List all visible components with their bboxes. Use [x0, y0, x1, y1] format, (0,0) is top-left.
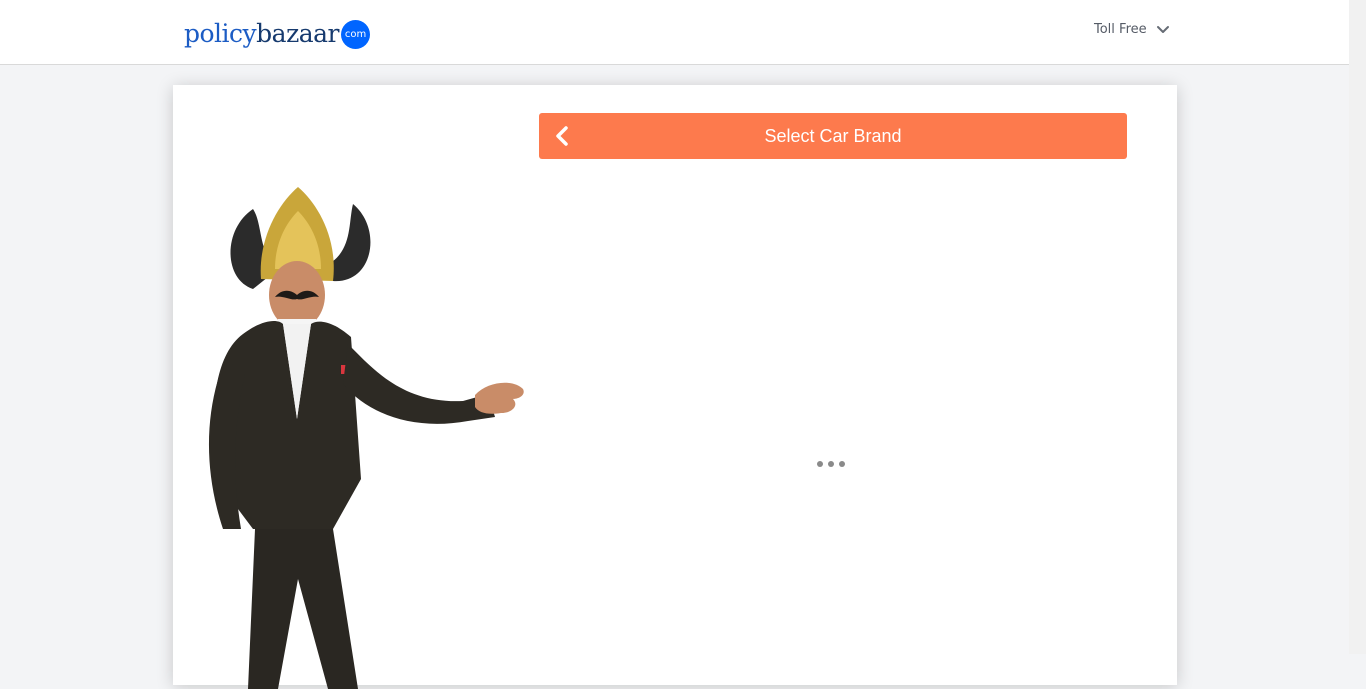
chevron-down-icon: [1156, 25, 1169, 33]
loading-dots-icon: [817, 461, 845, 467]
select-car-brand-header: Select Car Brand: [539, 113, 1127, 159]
top-header: policy bazaar com Toll Free: [0, 0, 1349, 65]
policybazaar-logo[interactable]: policy bazaar com: [184, 17, 371, 49]
brand-selection-card: Select Car Brand: [173, 85, 1177, 689]
page-scrollbar[interactable]: [1349, 0, 1366, 654]
toll-free-label: Toll Free: [1094, 22, 1147, 37]
chevron-left-icon[interactable]: [551, 124, 573, 148]
loading-dot: [817, 461, 823, 467]
loading-dot: [828, 461, 834, 467]
brand-ambassador-illustration: [208, 187, 524, 689]
toll-free-dropdown[interactable]: Toll Free: [1094, 22, 1170, 37]
loading-dot: [839, 461, 845, 467]
logo-com-badge: com: [341, 19, 371, 49]
logo-text-bazaar: bazaar: [256, 18, 340, 48]
logo-text-policy: policy: [184, 18, 257, 48]
page-title: Select Car Brand: [764, 125, 902, 146]
